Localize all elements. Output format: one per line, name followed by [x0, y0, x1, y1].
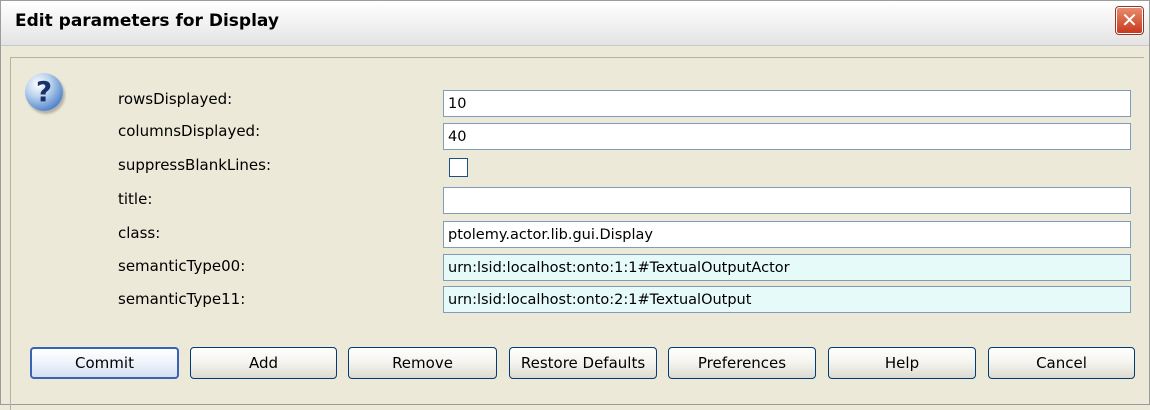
param-label-columns-displayed: columnsDisplayed:	[118, 122, 261, 140]
class-field[interactable]: ptolemy.actor.lib.gui.Display	[443, 221, 1131, 248]
dialog-title: Edit parameters for Display	[15, 11, 279, 31]
semantic-type-11-field[interactable]: urn:lsid:localhost:onto:2:1#TextualOutpu…	[443, 286, 1131, 313]
question-icon: ?	[25, 73, 63, 111]
param-label-semantic-type-11: semanticType11:	[118, 290, 246, 308]
param-label-semantic-type-00: semanticType00:	[118, 257, 246, 275]
restore-defaults-button[interactable]: Restore Defaults	[509, 347, 657, 379]
title-field[interactable]	[443, 187, 1131, 214]
suppress-blank-lines-checkbox[interactable]	[449, 158, 468, 177]
close-icon[interactable]: ✕	[1115, 6, 1144, 35]
commit-button[interactable]: Commit	[30, 347, 179, 379]
add-button[interactable]: Add	[190, 347, 337, 379]
param-label-title: title:	[118, 190, 153, 208]
param-label-suppress-blank-lines: suppressBlankLines:	[118, 156, 272, 174]
param-label-rows-displayed: rowsDisplayed:	[118, 90, 233, 108]
semantic-type-00-field[interactable]: urn:lsid:localhost:onto:1:1#TextualOutpu…	[443, 254, 1131, 281]
preferences-button[interactable]: Preferences	[668, 347, 816, 379]
cancel-button[interactable]: Cancel	[988, 347, 1135, 379]
columns-displayed-field[interactable]: 40	[443, 123, 1131, 150]
help-button[interactable]: Help	[828, 347, 976, 379]
param-label-class: class:	[118, 224, 161, 242]
rows-displayed-field[interactable]: 10	[443, 90, 1131, 117]
title-bar[interactable]: Edit parameters for Display ✕	[1, 1, 1149, 46]
remove-button[interactable]: Remove	[348, 347, 497, 379]
